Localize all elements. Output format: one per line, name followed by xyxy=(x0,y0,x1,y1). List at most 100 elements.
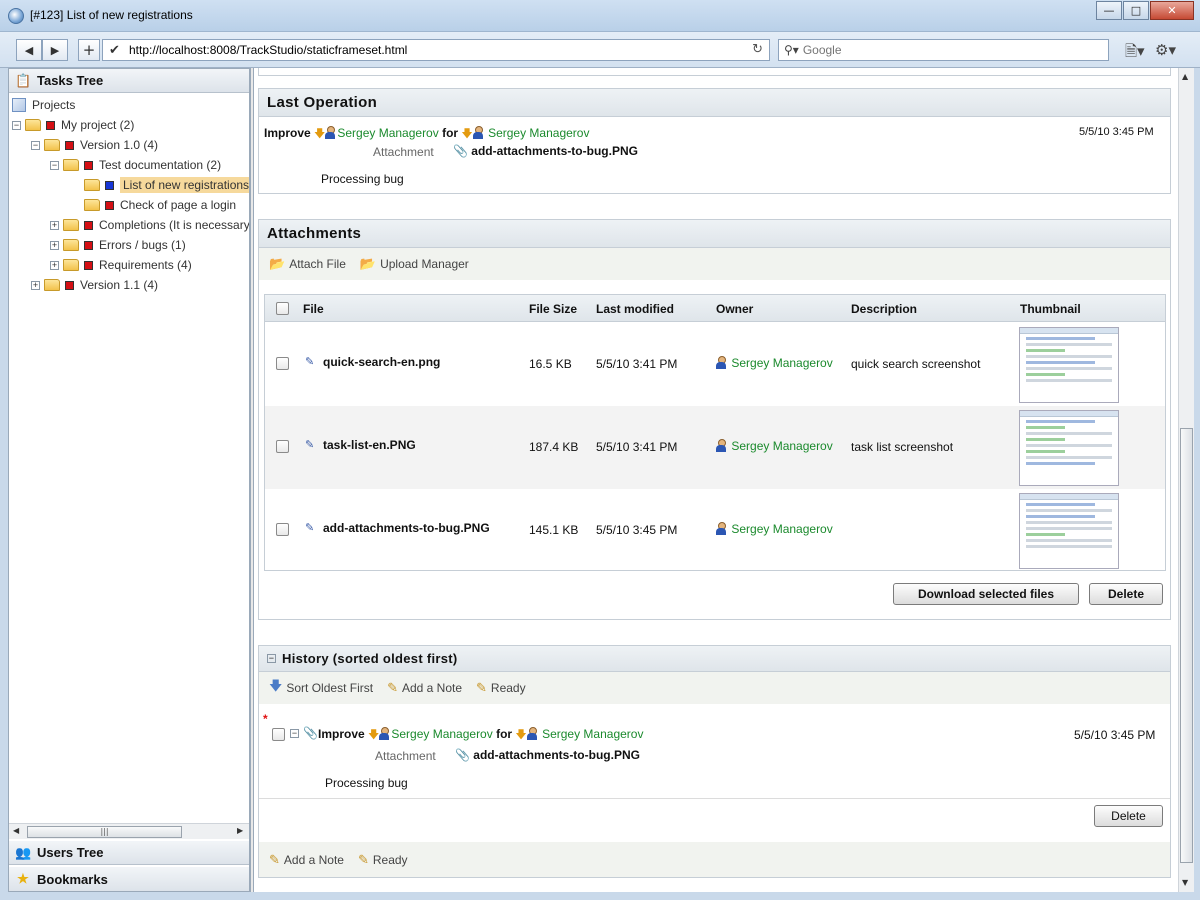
maximize-button[interactable]: □ xyxy=(1123,1,1149,20)
history-entry-checkbox[interactable] xyxy=(272,728,285,741)
tree-node-check-of-page-a-login[interactable]: Check of page a login xyxy=(84,195,236,215)
ready-label: Ready xyxy=(490,681,526,695)
select-all-checkbox[interactable] xyxy=(276,302,289,315)
reload-icon[interactable]: ↻ xyxy=(752,42,763,57)
owner-link[interactable]: Sergey Managerov xyxy=(731,522,832,536)
gear-icon[interactable]: ⚙▾ xyxy=(1155,41,1176,59)
sort-oldest-first-button[interactable]: 🡇 Sort Oldest First xyxy=(269,677,373,699)
bookmarks-header[interactable]: ★ Bookmarks xyxy=(9,867,249,891)
footer-ready-button[interactable]: ✎ Ready xyxy=(358,852,408,868)
history-attachment-link[interactable]: add-attachments-to-bug.PNG xyxy=(473,748,640,762)
operation-comment: Processing bug xyxy=(321,172,404,186)
tree-node-version-1-1[interactable]: + Version 1.1 (4) xyxy=(31,275,158,295)
expand-icon[interactable]: + xyxy=(50,220,59,230)
collapse-icon[interactable]: − xyxy=(31,140,40,150)
status-red-icon xyxy=(105,200,114,210)
collapse-icon[interactable]: − xyxy=(50,160,59,170)
operation-to-user[interactable]: Sergey Managerov xyxy=(488,126,589,140)
scroll-down-icon[interactable]: ▼ xyxy=(1182,878,1188,887)
tree-node-list-of-new-registrations[interactable]: List of new registrations xyxy=(84,175,249,195)
ready-pencil-icon: ✎ xyxy=(476,680,487,695)
url-text: http://localhost:8008/TrackStudio/static… xyxy=(129,43,408,57)
edit-icon[interactable]: ✎ xyxy=(305,355,314,368)
paperclip-icon: 📎 xyxy=(455,748,470,762)
edit-icon[interactable]: ✎ xyxy=(305,521,314,534)
attachment-thumbnail[interactable] xyxy=(1019,327,1119,403)
attach-file-button[interactable]: 📂 Attach File xyxy=(269,256,346,272)
row-checkbox[interactable] xyxy=(276,357,289,370)
scroll-up-icon[interactable]: ▲ xyxy=(1182,72,1188,81)
back-button[interactable]: ◀ xyxy=(16,39,42,61)
history-to-user[interactable]: Sergey Managerov xyxy=(542,727,643,741)
scroll-left-icon[interactable]: ◀ xyxy=(13,826,19,835)
last-operation-title: Last Operation xyxy=(259,89,1170,117)
note-pencil-icon: ✎ xyxy=(387,680,398,695)
tree-node-my-project[interactable]: − My project (2) xyxy=(12,115,134,135)
delete-history-button[interactable]: Delete xyxy=(1094,805,1163,827)
history-from-user[interactable]: Sergey Managerov xyxy=(391,727,492,741)
user-icon xyxy=(325,126,336,139)
attachments-title: Attachments xyxy=(259,220,1170,248)
page-menu-icon[interactable]: 🗎▾ xyxy=(1125,41,1145,66)
collapse-icon[interactable]: − xyxy=(267,654,276,663)
new-tab-button[interactable]: + xyxy=(78,39,100,61)
close-button[interactable]: ✕ xyxy=(1150,1,1194,20)
scroll-thumb[interactable] xyxy=(1180,428,1193,863)
search-box[interactable]: ⚲▾ xyxy=(778,39,1109,61)
user-icon xyxy=(379,727,390,740)
status-red-icon xyxy=(65,140,74,150)
owner-link[interactable]: Sergey Managerov xyxy=(731,356,832,370)
main-vertical-scrollbar[interactable]: ▲ ▼ xyxy=(1178,68,1194,892)
minimize-button[interactable]: — xyxy=(1096,1,1122,20)
owner-link[interactable]: Sergey Managerov xyxy=(731,439,832,453)
tasks-tree-header[interactable]: 📋 Tasks Tree xyxy=(9,69,249,93)
address-bar[interactable]: ✔ http://localhost:8008/TrackStudio/stat… xyxy=(102,39,770,61)
attachment-thumbnail[interactable] xyxy=(1019,410,1119,486)
tree-node-requirements[interactable]: + Requirements (4) xyxy=(50,255,192,275)
edit-icon[interactable]: ✎ xyxy=(305,438,314,451)
expand-icon[interactable]: + xyxy=(50,240,59,250)
download-selected-button[interactable]: Download selected files xyxy=(893,583,1079,605)
tree-node-errors-bugs[interactable]: + Errors / bugs (1) xyxy=(50,235,186,255)
scroll-right-icon[interactable]: ▶ xyxy=(237,826,243,835)
attachment-file-link[interactable]: task-list-en.PNG xyxy=(323,438,416,452)
operation-from-user[interactable]: Sergey Managerov xyxy=(337,126,438,140)
ready-pencil-icon: ✎ xyxy=(357,851,369,867)
search-input[interactable] xyxy=(802,43,1083,57)
history-header[interactable]: − History (sorted oldest first) xyxy=(259,646,1170,672)
last-operation-panel: Last Operation Improve 🡇 Sergey Managerov… xyxy=(258,88,1171,194)
tree-node-label: List of new registrations xyxy=(120,177,249,193)
tree-node-projects[interactable]: Projects xyxy=(12,95,75,115)
history-title: History (sorted oldest first) xyxy=(282,651,458,666)
attachment-owner: Sergey Managerov xyxy=(716,356,833,370)
tree-node-test-documentation[interactable]: − Test documentation (2) xyxy=(50,155,221,175)
tree-horizontal-scrollbar[interactable]: ◀ ||| ▶ xyxy=(9,823,249,839)
priority-down-icon: 🡇 xyxy=(515,729,527,741)
operation-attachment-link[interactable]: add-attachments-to-bug.PNG xyxy=(471,144,638,158)
scroll-thumb[interactable]: ||| xyxy=(27,826,182,838)
row-checkbox[interactable] xyxy=(276,523,289,536)
expand-icon[interactable]: + xyxy=(50,260,59,270)
for-label: for xyxy=(442,126,459,140)
collapse-icon[interactable]: − xyxy=(12,120,21,130)
table-row: ✎ quick-search-en.png 16.5 KB 5/5/10 3:4… xyxy=(265,323,1165,406)
attachment-file-link[interactable]: add-attachments-to-bug.PNG xyxy=(323,521,490,535)
ready-button[interactable]: ✎ Ready xyxy=(476,680,526,696)
attachment-thumbnail[interactable] xyxy=(1019,493,1119,569)
tree-node-version-1-0[interactable]: − Version 1.0 (4) xyxy=(31,135,158,155)
delete-attachments-button[interactable]: Delete xyxy=(1089,583,1163,605)
site-favicon-icon: ✔ xyxy=(109,42,120,58)
tree-node-completions[interactable]: + Completions (It is necessary xyxy=(50,215,249,235)
collapse-icon[interactable]: − xyxy=(290,729,299,738)
row-checkbox[interactable] xyxy=(276,440,289,453)
new-entry-marker: * xyxy=(263,712,268,726)
users-tree-header[interactable]: 👥 Users Tree xyxy=(9,841,249,865)
forward-button[interactable]: ▶ xyxy=(42,39,68,61)
expand-icon[interactable]: + xyxy=(31,280,40,290)
attachment-size: 145.1 KB xyxy=(529,523,579,537)
history-entry: * − 📎 Improve 🡇 Sergey Managerov for 🡇 Se… xyxy=(259,712,1170,799)
upload-manager-button[interactable]: 📂 Upload Manager xyxy=(360,256,469,272)
add-note-button[interactable]: ✎ Add a Note xyxy=(387,680,462,696)
footer-add-note-button[interactable]: ✎ Add a Note xyxy=(269,852,344,868)
attachment-file-link[interactable]: quick-search-en.png xyxy=(323,355,440,369)
